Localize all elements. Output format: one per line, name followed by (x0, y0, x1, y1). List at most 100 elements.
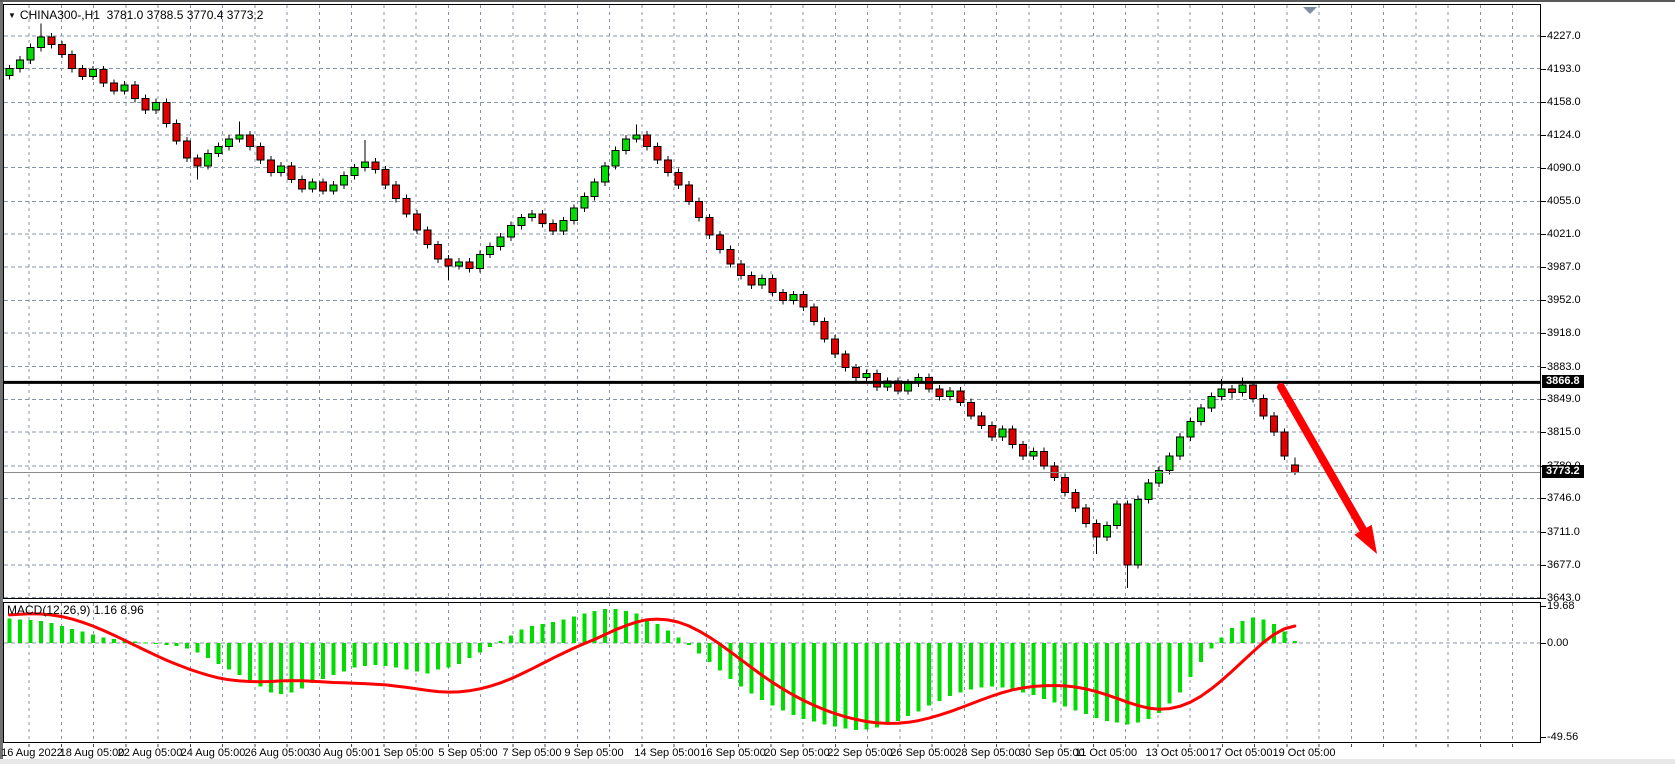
price-axis-label: 3711.0 (1547, 526, 1580, 538)
bull-candle (1145, 483, 1152, 499)
macd-histogram-bar (520, 630, 524, 643)
bear-candle (1061, 477, 1068, 492)
macd-histogram-bar (1220, 637, 1224, 643)
bull-candle (476, 254, 483, 268)
bear-candle (184, 141, 191, 158)
macd-histogram-bar (781, 643, 785, 710)
price-axis-tick (1541, 102, 1546, 103)
bear-candle (1260, 398, 1267, 415)
bear-candle (299, 179, 306, 189)
bear-candle (288, 166, 295, 179)
time-axis-label: 30 Aug 05:00 (309, 747, 374, 759)
macd-indicator-label: MACD(12,26,9) 1.16 8.96 (7, 603, 144, 617)
bear-candle (842, 354, 849, 367)
macd-histogram-bar (488, 643, 492, 647)
macd-axis-tick (1541, 737, 1546, 738)
bull-candle (6, 69, 13, 76)
bear-candle (685, 185, 692, 201)
price-axis-label: 4227.0 (1547, 30, 1581, 42)
bear-candle (1041, 451, 1048, 465)
time-axis-label: 20 Sep 05:00 (764, 747, 829, 759)
bear-candle (466, 262, 473, 269)
macd-histogram-bar (1084, 643, 1088, 714)
time-axis-label: 24 Aug 05:00 (181, 747, 246, 759)
macd-histogram-bar (269, 643, 273, 692)
macd-histogram-bar (729, 643, 733, 679)
trend-arrow-line[interactable] (1281, 387, 1366, 535)
bull-candle (1166, 456, 1173, 470)
bear-candle (403, 198, 410, 213)
bull-candle (1187, 422, 1194, 437)
macd-histogram-bar (1053, 643, 1057, 703)
time-axis-label: 22 Sep 05:00 (827, 747, 892, 759)
macd-histogram-bar (739, 643, 743, 687)
bear-candle (194, 158, 201, 166)
macd-histogram-bar (237, 643, 241, 675)
macd-histogram-bar (248, 643, 252, 681)
price-axis-label: 3746.0 (1547, 492, 1581, 504)
macd-histogram-bar (948, 643, 952, 696)
macd-axis-label: 0.00 (1547, 637, 1568, 649)
bear-candle (978, 416, 985, 426)
bear-candle (967, 402, 974, 415)
bear-candle (654, 147, 661, 160)
price-axis-tick (1541, 168, 1546, 169)
bull-candle (487, 247, 494, 255)
bull-candle (225, 139, 232, 147)
macd-histogram-bar (1105, 643, 1109, 721)
macd-histogram-bar (1167, 643, 1171, 704)
symbol-period-label: CHINA300-,H1 (20, 8, 100, 22)
price-axis-label: 4124.0 (1547, 129, 1581, 141)
bull-candle (27, 48, 34, 60)
macd-histogram-bar (540, 624, 544, 643)
bull-candle (37, 37, 44, 48)
macd-histogram-bar (467, 643, 471, 658)
price-axis-label: 3918.0 (1547, 327, 1581, 339)
macd-histogram-bar (18, 619, 22, 643)
bear-candle (393, 185, 400, 198)
macd-histogram-bar (979, 643, 983, 688)
bull-candle (340, 175, 347, 185)
macd-current-values: 1.16 8.96 (94, 603, 144, 617)
macd-histogram-bar (143, 643, 147, 644)
price-axis-label: 4021.0 (1547, 228, 1581, 240)
bull-candle (1239, 385, 1246, 393)
bear-candle (539, 214, 546, 224)
bear-candle (372, 162, 379, 170)
macd-histogram-bar (342, 643, 346, 671)
time-axis-label: 26 Aug 05:00 (245, 747, 310, 759)
macd-histogram-bar (770, 643, 774, 706)
macd-histogram-bar (655, 624, 659, 643)
current-price-badge: 3773.2 (1542, 465, 1584, 478)
bear-candle (48, 37, 55, 45)
bull-candle (1176, 437, 1183, 456)
bear-candle (1093, 523, 1100, 536)
title-ohlc-values: 3781.0 3788.5 3770.4 3773.2 (107, 8, 264, 22)
time-axis-label: 22 Aug 05:00 (118, 747, 183, 759)
macd-histogram-bar (823, 643, 827, 725)
macd-histogram-bar (1262, 619, 1266, 643)
symbol-dropdown-icon[interactable]: ▼ (8, 11, 16, 20)
bear-candle (1270, 416, 1277, 432)
macd-axis-label: 19.68 (1547, 600, 1575, 612)
macd-histogram-bar (530, 626, 534, 643)
macd-histogram-bar (1241, 621, 1245, 643)
macd-histogram-bar (802, 643, 806, 719)
bear-candle (131, 85, 138, 98)
bull-candle (361, 162, 368, 168)
macd-histogram-bar (373, 643, 377, 665)
level-price-badge: 3866.8 (1542, 375, 1584, 388)
chart-canvas[interactable] (0, 2, 1675, 764)
price-axis-label: 4055.0 (1547, 195, 1581, 207)
chart-shift-marker-icon[interactable] (1303, 7, 1317, 14)
macd-histogram-bar (164, 643, 168, 645)
macd-histogram-bar (1199, 643, 1203, 662)
macd-histogram-bar (572, 616, 576, 643)
price-axis-tick (1541, 69, 1546, 70)
price-axis-label: 4090.0 (1547, 162, 1581, 174)
macd-histogram-bar (1000, 643, 1004, 688)
macd-histogram-bar (133, 641, 137, 643)
time-axis-label: 16 Aug 2022 (1, 747, 63, 759)
bull-candle (1218, 389, 1225, 397)
macd-histogram-bar (8, 618, 12, 643)
